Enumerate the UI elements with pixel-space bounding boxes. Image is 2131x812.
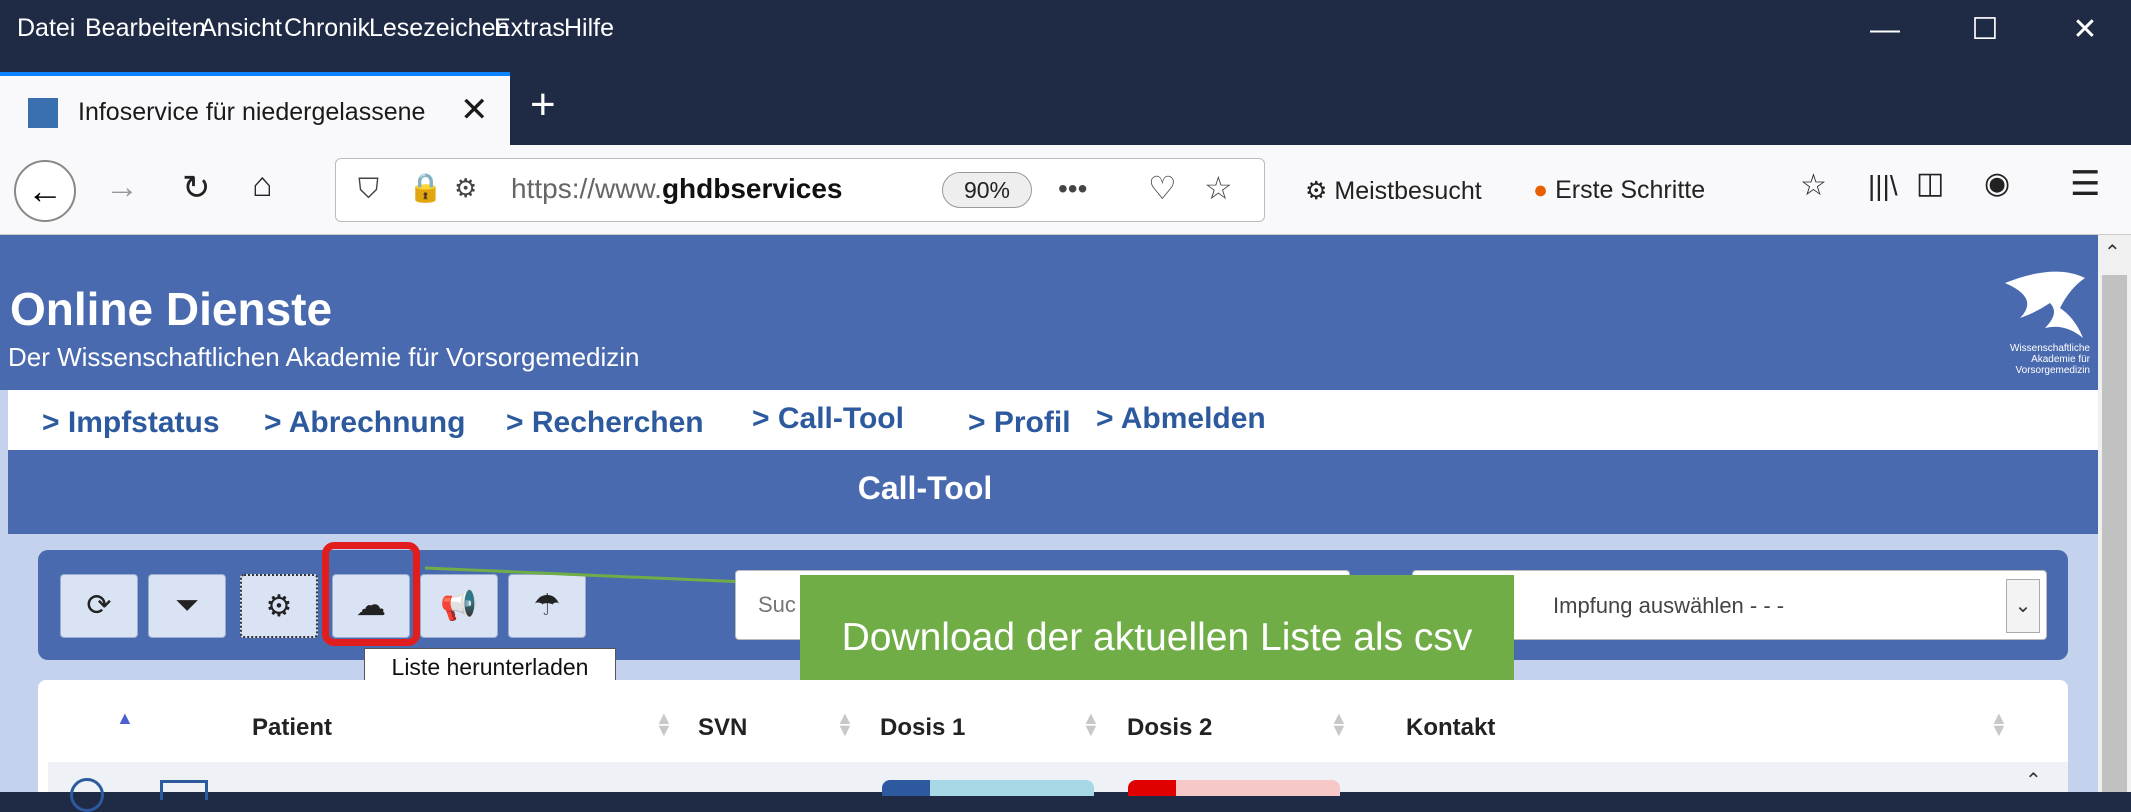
settings-button[interactable]: ⚙ (240, 574, 318, 638)
sort-icon[interactable]: ▲ ▼ (1330, 709, 1348, 739)
sort-icon[interactable]: ▲ ▼ (1990, 709, 2008, 739)
bookmark-meistbesucht[interactable]: ⚙ Meistbesucht (1305, 176, 1482, 206)
filter-button[interactable]: ⏷ (148, 574, 226, 638)
nav-profil[interactable]: > Profil (968, 406, 1071, 440)
permissions-icon[interactable]: ⚙ (454, 173, 477, 204)
firefox-icon: ● (1533, 176, 1549, 204)
nav-call-tool[interactable]: > Call-Tool (752, 402, 904, 436)
gear-icon: ⚙ (1305, 177, 1328, 205)
filter-icon: ⏷ (175, 589, 199, 622)
home-icon[interactable]: ⌂ (252, 166, 273, 205)
menu-ansicht[interactable]: Ansicht (200, 14, 282, 43)
library-icon[interactable]: |||\ (1868, 170, 1898, 202)
forward-icon[interactable]: → (105, 168, 139, 207)
site-title: Online Dienste (10, 283, 333, 335)
menubar: Datei Bearbeiten Ansicht Chronik Lesezei… (0, 0, 2131, 60)
bookmarks-menu-icon[interactable]: ☆ (1800, 168, 1827, 203)
column-header-patient[interactable]: Patient (252, 714, 332, 742)
download-highlight-frame (322, 542, 420, 646)
dose1-status-badge (882, 780, 1094, 796)
site-subtitle: Der Wissenschaftlichen Akademie für Vors… (8, 342, 640, 372)
maximize-button[interactable]: ☐ (1955, 10, 2015, 50)
url-text[interactable]: https://www.ghdbservices (511, 173, 1201, 205)
person-umbrella-icon: ☂ (533, 589, 561, 622)
account-icon[interactable]: ◉ (1984, 166, 2010, 201)
chevron-down-icon[interactable]: ⌄ (2006, 579, 2040, 633)
scrollbar-thumb[interactable] (2102, 275, 2127, 792)
menu-hilfe[interactable]: Hilfe (564, 14, 614, 43)
menu-chronik[interactable]: Chronik (284, 14, 370, 43)
menu-datei[interactable]: Datei (17, 14, 75, 43)
site-favicon-icon (28, 98, 58, 128)
new-tab-button[interactable]: + (530, 80, 556, 130)
info-icon[interactable] (70, 778, 104, 812)
nav-impfstatus[interactable]: > Impfstatus (42, 406, 220, 440)
scroll-up-icon[interactable]: ⌃ (2104, 240, 2121, 265)
window-close-button[interactable]: ✕ (2055, 10, 2115, 50)
logo-mark-icon (2005, 271, 2085, 338)
shield-icon[interactable]: ⛉ (358, 173, 379, 206)
reload-icon[interactable]: ↻ (182, 168, 211, 208)
sidebar-icon[interactable]: ◫ (1916, 166, 1944, 201)
tab-title: Infoservice für niedergelassene (78, 98, 426, 126)
pocket-icon[interactable]: ♡ (1148, 169, 1177, 207)
academy-logo: Wissenschaftliche Akademie für Vorsorgem… (1965, 268, 2090, 386)
nav-abmelden[interactable]: > Abmelden (1096, 402, 1266, 436)
column-header-dosis1[interactable]: Dosis 1 (880, 714, 965, 742)
menu-extras[interactable]: Extras (494, 14, 565, 43)
gear-icon: ⚙ (265, 590, 293, 623)
sort-ascending-icon[interactable]: ▲ (116, 708, 134, 729)
column-header-svn[interactable]: SVN (698, 714, 747, 742)
more-actions-icon[interactable]: ••• (1058, 173, 1087, 205)
bookmark-label: Erste Schritte (1555, 176, 1706, 204)
chevron-up-icon[interactable]: ⌃ (2025, 768, 2042, 793)
url-bar[interactable]: ⛉ 🔒 ⚙ https://www.ghdbservices ••• ♡ ☆ (335, 158, 1265, 222)
menu-bearbeiten[interactable]: Bearbeiten (85, 14, 206, 43)
bookmark-label: Meistbesucht (1334, 177, 1482, 205)
megaphone-icon: 📢 (440, 589, 478, 622)
refresh-icon: ⟳ (86, 589, 112, 622)
bookmark-star-icon[interactable]: ☆ (1204, 169, 1233, 207)
column-header-dosis2[interactable]: Dosis 2 (1127, 714, 1212, 742)
tab-close-icon[interactable]: ✕ (460, 90, 489, 130)
sort-icon[interactable]: ▲ ▼ (836, 709, 854, 739)
logo-text: Wissenschaftliche Akademie für Vorsorgem… (2009, 343, 2090, 376)
section-title: Call-Tool (857, 470, 993, 506)
nav-abrechnung[interactable]: > Abrechnung (264, 406, 465, 440)
sort-icon[interactable]: ▲ ▼ (655, 709, 673, 739)
dose2-status-badge (1128, 780, 1340, 796)
refresh-button[interactable]: ⟳ (60, 574, 138, 638)
url-prefix: https://www. (511, 173, 662, 204)
url-domain: ghdbservices (661, 173, 843, 204)
column-header-kontakt[interactable]: Kontakt (1406, 714, 1495, 742)
card-icon[interactable] (160, 780, 208, 800)
nav-recherchen[interactable]: > Recherchen (506, 406, 704, 440)
lock-icon[interactable]: 🔒 (408, 171, 443, 204)
zoom-indicator[interactable]: 90% (942, 172, 1032, 208)
minimize-button[interactable]: — (1855, 10, 1915, 50)
vaccine-select-value: Impfung auswählen - - - (1553, 593, 1785, 618)
hamburger-menu-icon[interactable]: ☰ (2070, 164, 2100, 204)
sort-icon[interactable]: ▲ ▼ (1082, 709, 1100, 739)
tab-infoservice[interactable]: Infoservice für niedergelassene ✕ (0, 72, 510, 145)
back-icon[interactable]: ← (14, 160, 76, 222)
menu-lesezeichen[interactable]: Lesezeichen (369, 14, 509, 43)
bookmark-erste-schritte[interactable]: ● Erste Schritte (1533, 176, 1705, 205)
